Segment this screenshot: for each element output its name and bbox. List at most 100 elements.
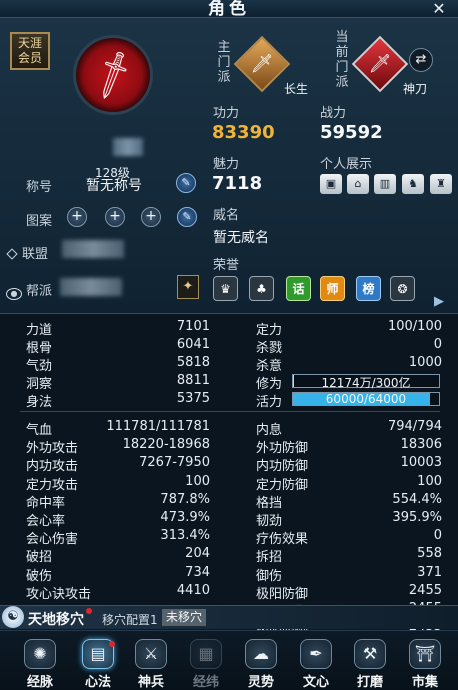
acupoint-strip: ☯ 天地移穴 移穴配置1 未移穴	[0, 605, 458, 629]
stat-label: 韧劲	[256, 514, 283, 529]
yin-yang-icon[interactable]: ☯	[2, 606, 24, 628]
stat-label: 内息	[256, 423, 283, 438]
stat-value: 204	[185, 546, 210, 562]
avatar[interactable]: 🗡	[73, 35, 153, 115]
current-sect-icon[interactable]: 🗡	[351, 35, 409, 93]
guild-name-blurred	[60, 278, 122, 296]
close-icon[interactable]: ✕	[426, 0, 452, 20]
alliance-label: 联盟	[22, 247, 49, 262]
grid-icon: ▦	[190, 639, 222, 669]
bottom-nav: ✺ 经脉 ▤ 心法 ⚔ 神兵 ▦ 经纬 ☁ 灵势 ✒ 文心 ⚒ 打磨 ⛩ 市集	[0, 630, 458, 690]
house-display-icon[interactable]: ⌂	[347, 174, 369, 194]
nav-wenxin[interactable]: ✒ 文心	[289, 631, 343, 690]
add-pattern-button[interactable]: +	[67, 207, 87, 227]
stat-label: 破伤	[26, 568, 53, 584]
blade-icon: 🗡	[368, 53, 392, 75]
nav-label: 经纬	[192, 675, 219, 690]
stat-label: 会心率	[26, 514, 66, 529]
stat-label: 力道	[26, 323, 53, 338]
member-badge[interactable]: 天涯 会员	[10, 32, 50, 70]
current-sect-name: 神刀	[403, 82, 428, 96]
stat-label: 外功攻击	[26, 441, 79, 457]
pattern-label: 图案	[26, 214, 53, 229]
edit-pattern-button[interactable]: ✎	[177, 207, 197, 227]
stat-label: 拆招	[256, 550, 283, 566]
stat-label: 定力	[256, 323, 283, 338]
nav-shenbing[interactable]: ⚔ 神兵	[124, 631, 178, 690]
main-sect-label: 主门派	[217, 40, 231, 85]
honor-label: 荣誉	[213, 258, 240, 273]
weiming-label: 威名	[213, 208, 240, 223]
stat-value: 794/794	[387, 419, 442, 434]
swap-sect-button[interactable]: ⇄	[409, 48, 433, 72]
xiuwei-text: 12174万/300亿	[321, 376, 411, 390]
stat-label: 外功防御	[256, 441, 309, 457]
stat-value: 100	[185, 473, 210, 489]
stat-label: 疗伤效果	[256, 532, 309, 548]
sword-icon: 🗡	[250, 53, 274, 75]
guild-emblem-icon[interactable]: ✦	[177, 275, 199, 299]
add-pattern-button[interactable]: +	[105, 207, 125, 227]
honor-tree-icon[interactable]: ♣	[249, 276, 274, 301]
title-bar: 角色 ✕	[0, 0, 458, 20]
stat-value: 554.4%	[392, 491, 442, 507]
stat-label: 杀意	[256, 359, 283, 374]
nav-damo[interactable]: ⚒ 打磨	[343, 631, 397, 690]
display-label: 个人展示	[320, 157, 373, 172]
divider	[20, 411, 440, 412]
huoli-label: 活力	[256, 395, 283, 410]
nav-label: 经脉	[26, 675, 53, 690]
stat-value: 0	[433, 528, 442, 544]
stat-value: 111781/111781	[106, 419, 210, 434]
add-pattern-button[interactable]: +	[141, 207, 161, 227]
nav-jingwei[interactable]: ▦ 经纬	[179, 631, 233, 690]
outfit-display-icon[interactable]: ♜	[430, 174, 452, 194]
portrait-display-icon[interactable]: ▣	[320, 174, 342, 194]
current-sect-label: 当前门派	[335, 30, 349, 90]
acupoint-config[interactable]: 移穴配置1	[102, 611, 158, 628]
chevron-right-icon[interactable]: ▶	[434, 294, 444, 309]
nav-label: 神兵	[137, 675, 164, 690]
edit-title-button[interactable]: ✎	[176, 173, 196, 193]
brush-icon: ✒	[300, 639, 332, 669]
mount-display-icon[interactable]: ♞	[402, 174, 424, 194]
stat-value: 4410	[176, 582, 210, 598]
acupoint-title[interactable]: 天地移穴	[28, 609, 84, 629]
stat-label: 破招	[26, 550, 53, 566]
stat-label: 内功攻击	[26, 459, 79, 475]
hammer-icon: ⚒	[354, 639, 386, 669]
honor-medal-icon[interactable]: ❂	[390, 276, 415, 301]
stat-label: 杀戮	[256, 341, 283, 356]
diamond-icon	[6, 248, 18, 260]
stat-value: 313.4%	[160, 528, 210, 544]
stat-label: 身法	[26, 395, 53, 410]
nav-lingshi[interactable]: ☁ 灵势	[234, 631, 288, 690]
stat-value: 787.8%	[160, 491, 210, 507]
honor-hua-icon[interactable]: 话	[286, 276, 311, 301]
stat-value: 100/100	[387, 319, 442, 334]
stat-value: 7267-7950	[139, 455, 210, 471]
guild-row: ● 帮派	[6, 280, 52, 300]
nav-label: 灵势	[247, 675, 274, 690]
stat-value: 100	[417, 473, 442, 489]
zhanli-value: 59592	[320, 122, 383, 143]
meridian-icon: ✺	[24, 639, 56, 669]
honor-bang-icon[interactable]: 榜	[356, 276, 381, 301]
nav-meridian[interactable]: ✺ 经脉	[13, 631, 67, 690]
weapon-icon: ⚔	[135, 639, 167, 669]
building-display-icon[interactable]: ▥	[374, 174, 396, 194]
honor-crown-icon[interactable]: ♛	[213, 276, 238, 301]
stat-value: 473.9%	[160, 510, 210, 525]
nav-label: 文心	[302, 675, 329, 690]
nav-xinfa[interactable]: ▤ 心法	[71, 631, 125, 690]
player-name-blurred	[113, 138, 143, 156]
stat-value: 395.9%	[392, 510, 442, 525]
notification-dot	[109, 641, 115, 647]
main-sect-icon[interactable]: 🗡	[233, 35, 291, 93]
nav-market[interactable]: ⛩ 市集	[398, 631, 452, 690]
honor-shi-icon[interactable]: 师	[320, 276, 345, 301]
meili-value: 7118	[212, 173, 263, 194]
nav-label: 打磨	[356, 675, 383, 690]
stat-value: 6041	[176, 337, 210, 352]
stat-label: 格挡	[256, 495, 283, 511]
